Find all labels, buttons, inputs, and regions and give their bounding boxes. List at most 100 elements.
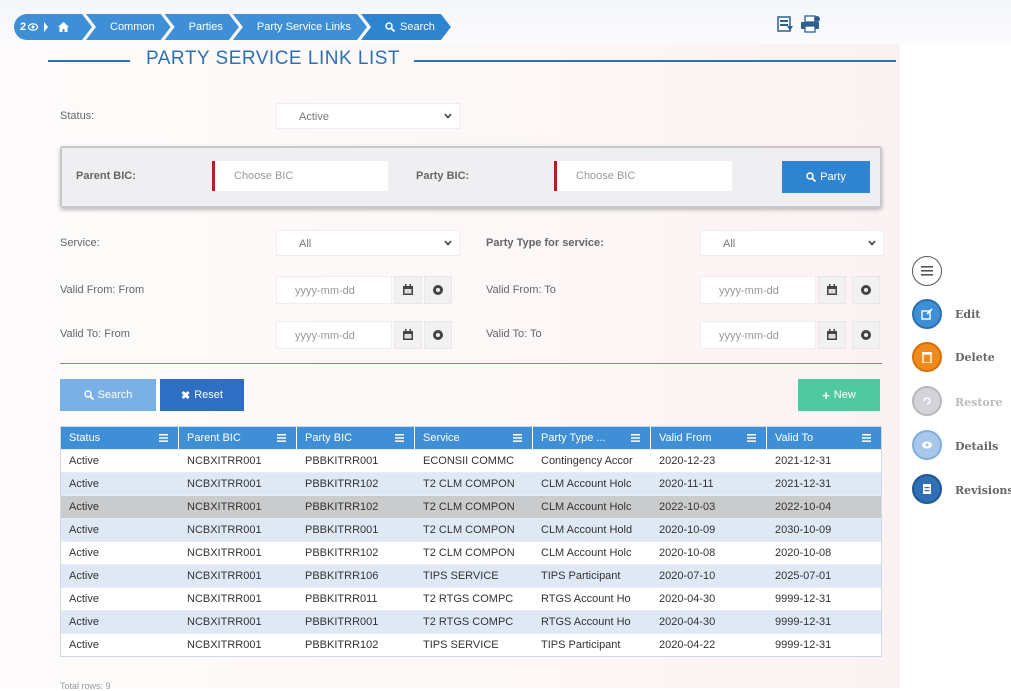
edit-button[interactable] (912, 299, 942, 329)
party-type-cell: CLM Account Holc (541, 501, 632, 513)
party-type-cell: RTGS Account Ho (541, 593, 631, 605)
clear-date-button[interactable] (424, 321, 452, 349)
table-row[interactable]: Active NCBXITRR001 PBBKITRR106 TIPS SERVICE… (61, 564, 881, 587)
calendar-icon (403, 284, 413, 295)
reset-button[interactable]: ✖ Reset (160, 379, 244, 411)
service-select[interactable]: All (276, 230, 460, 256)
valid-from-to-input[interactable]: yyyy-mm-dd (700, 276, 816, 304)
party-bic-cell: PBBKITRR001 (305, 616, 379, 628)
new-button-label: New (833, 389, 856, 401)
party-type-value: All (723, 238, 736, 250)
column-header-service[interactable]: Service (415, 427, 533, 449)
party-bic-cell: PBBKITRR102 (305, 478, 379, 490)
table-row[interactable]: Active NCBXITRR001 PBBKITRR001 T2 CLM COMPO… (61, 518, 881, 541)
status-select[interactable]: Active (276, 103, 460, 129)
calendar-button[interactable] (818, 276, 846, 304)
search-button[interactable]: Search (60, 379, 156, 411)
required-marker (554, 161, 557, 191)
breadcrumb-home[interactable] (38, 14, 92, 40)
column-header-parent-bic[interactable]: Parent BIC (179, 427, 297, 449)
date-placeholder: yyyy-mm-dd (719, 285, 779, 297)
status-cell: Active (69, 593, 99, 605)
table-row[interactable]: Active NCBXITRR001 PBBKITRR001 T2 RTGS COMP… (61, 610, 881, 633)
service-cell: TIPS SERVICE (423, 570, 499, 582)
table-row[interactable]: Active NCBXITRR001 PBBKITRR102 TIPS SERVICE… (61, 633, 881, 656)
valid-to-from-input[interactable]: yyyy-mm-dd (276, 321, 392, 349)
status-value: Active (299, 111, 329, 123)
menu-button[interactable] (912, 256, 942, 286)
table-row[interactable]: Active NCBXITRR001 PBBKITRR102 T2 CLM COMPO… (61, 472, 881, 495)
calendar-button[interactable] (394, 276, 422, 304)
valid-to-cell: 2025-07-01 (775, 570, 832, 582)
column-header-valid-from[interactable]: Valid From (651, 427, 767, 449)
chevron-down-icon (444, 113, 452, 119)
print-icon[interactable] (800, 15, 822, 33)
valid-to-cell: 9999-12-31 (775, 639, 832, 651)
table-row[interactable]: Active NCBXITRR001 PBBKITRR102 T2 CLM COMPO… (61, 541, 881, 564)
party-bic-input[interactable]: Choose BIC (554, 161, 732, 191)
favourites-badge[interactable]: 2 (14, 14, 44, 40)
title-rule-left (48, 60, 130, 62)
valid-from-from-input[interactable]: yyyy-mm-dd (276, 276, 392, 304)
valid-from-cell: 2020-12-23 (659, 455, 716, 467)
clear-date-button[interactable] (424, 276, 452, 304)
revisions-icon (923, 484, 931, 494)
party-type-cell: Contingency Accor (541, 455, 633, 467)
delete-button[interactable] (912, 342, 942, 372)
parent-bic-cell: NCBXITRR001 (187, 524, 262, 536)
status-cell: Active (69, 639, 99, 651)
menu-icon[interactable] (747, 433, 756, 445)
service-value: All (299, 238, 312, 250)
clear-icon (861, 285, 871, 295)
clear-date-button[interactable] (852, 276, 880, 304)
valid-from-to-label: Valid From: To (486, 284, 556, 296)
status-cell: Active (69, 616, 99, 628)
details-button[interactable] (912, 430, 942, 460)
details-label: Details (955, 440, 999, 453)
valid-from-cell: 2020-10-09 (659, 524, 716, 536)
table-row[interactable]: Active NCBXITRR001 PBBKITRR011 T2 RTGS COMP… (61, 587, 881, 610)
parent-bic-cell: NCBXITRR001 (187, 639, 262, 651)
column-header-valid-to[interactable]: Valid To (767, 427, 881, 449)
edit-icon (921, 308, 933, 320)
column-label: Status (69, 432, 101, 444)
valid-from-cell: 2020-07-10 (659, 570, 716, 582)
new-button[interactable]: + New (798, 379, 880, 411)
service-label: Service: (60, 237, 100, 249)
clear-date-button[interactable] (852, 321, 880, 349)
breadcrumb-common[interactable]: Common (86, 14, 171, 40)
status-cell: Active (69, 501, 99, 513)
column-label: Parent BIC (187, 432, 241, 444)
restore-label: Restore (955, 396, 1003, 409)
clear-icon (433, 330, 443, 340)
valid-to-to-input[interactable]: yyyy-mm-dd (700, 321, 816, 349)
column-header-party-type[interactable]: Party Type ... (533, 427, 651, 449)
party-type-select[interactable]: All (700, 230, 884, 256)
party-button[interactable]: Party (782, 161, 870, 193)
menu-icon[interactable] (631, 433, 640, 445)
column-header-party-bic[interactable]: Party BIC (297, 427, 415, 449)
home-icon (58, 22, 69, 32)
party-bic-cell: PBBKITRR102 (305, 501, 379, 513)
menu-icon[interactable] (277, 433, 286, 445)
menu-icon[interactable] (513, 433, 522, 445)
menu-icon[interactable] (159, 433, 168, 445)
calendar-button[interactable] (394, 321, 422, 349)
breadcrumb-party-service-links[interactable]: Party Service Links (233, 14, 367, 40)
breadcrumb-parties[interactable]: Parties (165, 14, 239, 40)
revisions-button[interactable] (912, 474, 942, 504)
table-row[interactable]: Active NCBXITRR001 PBBKITRR001 ECONSII COMM… (61, 449, 881, 472)
valid-to-cell: 2021-12-31 (775, 478, 832, 490)
menu-icon[interactable] (395, 433, 404, 445)
breadcrumb-label: Common (110, 21, 155, 33)
menu-icon[interactable] (862, 433, 871, 445)
calendar-button[interactable] (818, 321, 846, 349)
column-header-status[interactable]: Status (61, 427, 179, 449)
table-row[interactable]: Active NCBXITRR001 PBBKITRR102 T2 CLM COMPO… (61, 495, 881, 518)
breadcrumb-search[interactable]: Search (361, 14, 451, 40)
search-icon (385, 22, 395, 32)
restore-button[interactable] (912, 386, 942, 416)
export-icon[interactable] (776, 15, 794, 33)
parent-bic-input[interactable]: Choose BIC (212, 161, 388, 191)
status-cell: Active (69, 547, 99, 559)
